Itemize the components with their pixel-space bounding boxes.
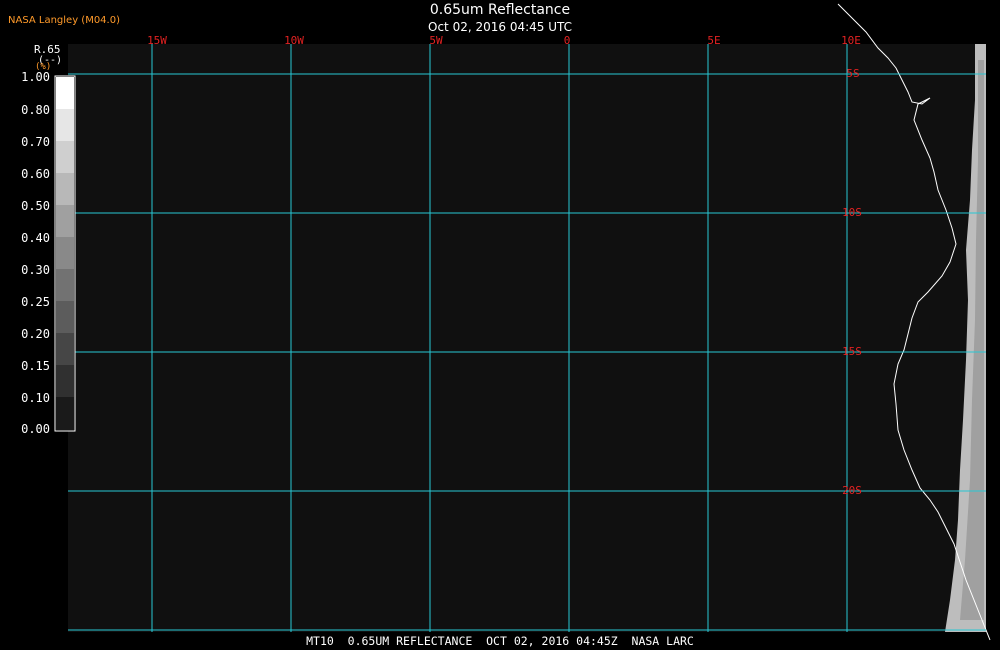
legend-colorbar: [54, 75, 76, 432]
lat-label-15s: 15S: [842, 345, 862, 358]
legend-label: 0.40: [21, 231, 50, 245]
map-title: 0.65um Reflectance: [429, 2, 571, 18]
lon-label-15w: 15W: [147, 34, 167, 47]
footer-caption: MT10 0.65UM REFLECTANCE OCT 02, 2016 04:…: [306, 634, 694, 648]
lon-label-10e: 10E: [841, 34, 861, 47]
lat-label-20s: 20S: [842, 484, 862, 497]
map-background: [68, 44, 986, 632]
lat-label-5s: 5S: [846, 67, 859, 80]
legend-label: 0.50: [21, 199, 50, 213]
satellite-map: 15W 10W 5W 0 5E 10E 5S 10S 15S 20S: [54, 3, 991, 641]
lon-label-0: 0: [564, 34, 571, 47]
lon-label-5e: 5E: [707, 34, 720, 47]
legend-label: 0.10: [21, 391, 50, 405]
lon-label-5w: 5W: [429, 34, 443, 47]
legend-label: 0.70: [21, 135, 50, 149]
legend-label: 0.00: [21, 422, 50, 436]
legend-label: 0.25: [21, 295, 50, 309]
legend-label: 0.20: [21, 327, 50, 341]
legend-label: 1.00: [21, 70, 50, 84]
lon-label-10w: 10W: [284, 34, 304, 47]
legend-label: 0.30: [21, 263, 50, 277]
legend-label: 0.80: [21, 103, 50, 117]
map-subtitle: Oct 02, 2016 04:45 UTC: [428, 20, 572, 34]
lat-label-10s: 10S: [842, 206, 862, 219]
legend-label: 0.15: [21, 359, 50, 373]
legend-label: 0.60: [21, 167, 50, 181]
